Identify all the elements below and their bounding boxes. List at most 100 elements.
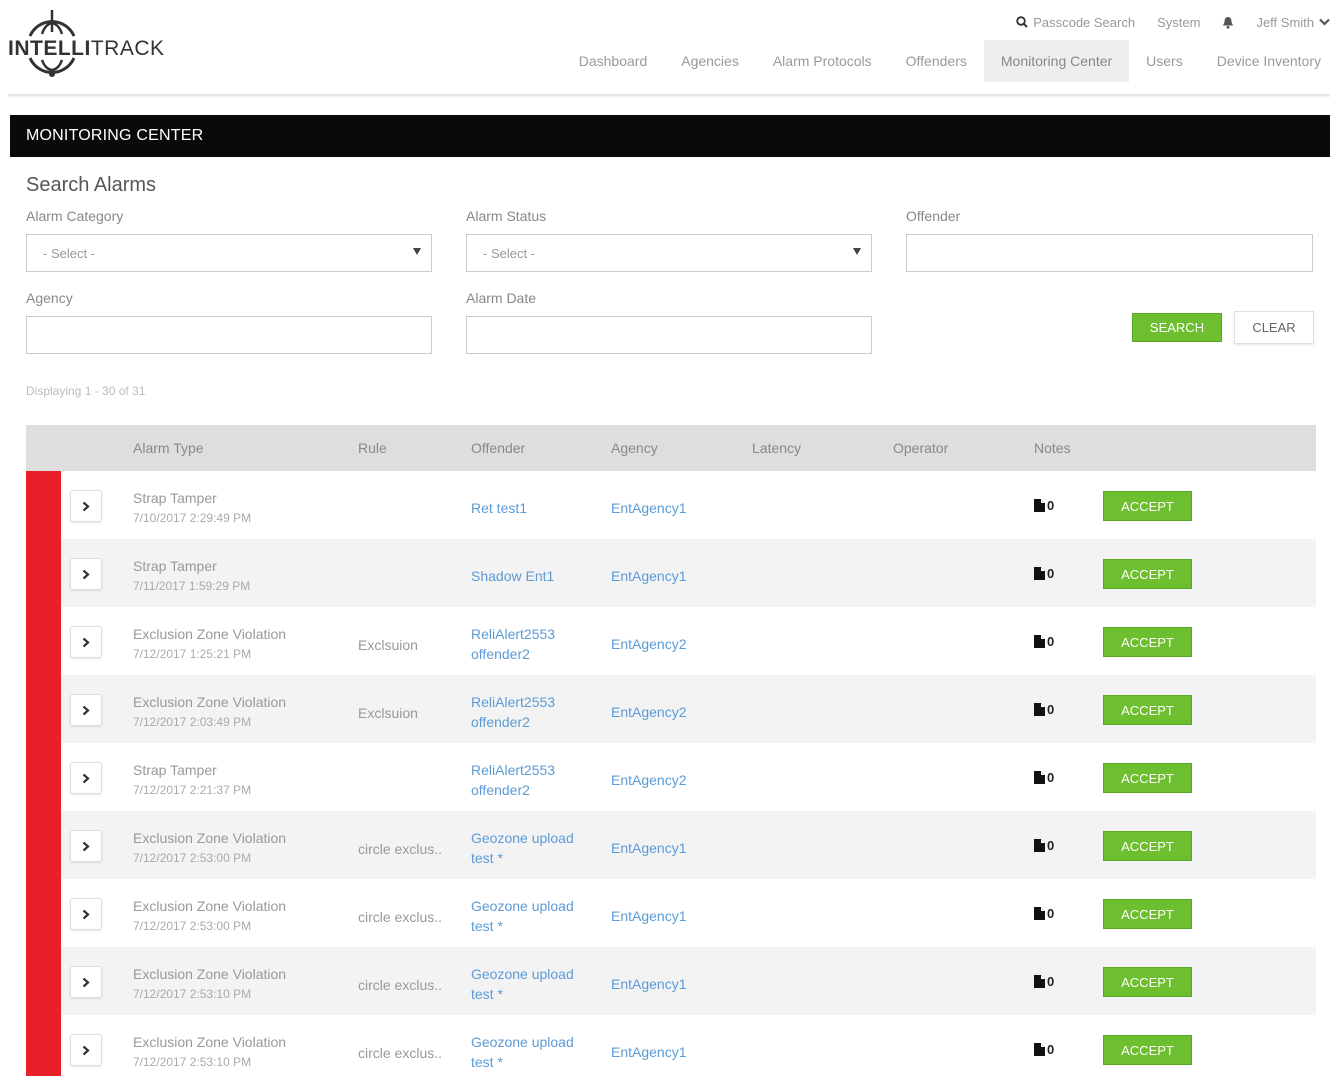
agency-link[interactable]: EntAgency1 (611, 906, 687, 926)
agency-link[interactable]: EntAgency1 (611, 566, 687, 586)
notes-indicator[interactable]: 0 (1034, 702, 1054, 717)
alarm-category-select[interactable]: - Select - (26, 234, 432, 272)
accept-button[interactable]: ACCEPT (1103, 627, 1192, 657)
alarm-priority-flag (26, 947, 61, 1015)
table-row[interactable]: Exclusion Zone Violation 7/12/2017 1:25:… (26, 607, 1316, 675)
agency-link[interactable]: EntAgency2 (611, 634, 687, 654)
notes-indicator[interactable]: 0 (1034, 498, 1054, 513)
alarms-table-header: Alarm Type Rule Offender Agency Latency … (26, 425, 1316, 471)
alarm-timestamp: 7/12/2017 1:25:21 PM (133, 647, 252, 661)
expand-row-button[interactable] (70, 1034, 102, 1066)
alarms-table-body: Strap Tamper 7/10/2017 2:29:49 PM Ret te… (26, 471, 1316, 1076)
accept-button[interactable]: ACCEPT (1103, 559, 1192, 589)
agency-link[interactable]: EntAgency1 (611, 838, 687, 858)
alarm-timestamp: 7/10/2017 2:29:49 PM (133, 511, 252, 525)
column-header-alarm-type[interactable]: Alarm Type (133, 440, 204, 456)
passcode-search-link[interactable]: Passcode Search (1016, 15, 1135, 30)
accept-button[interactable]: ACCEPT (1103, 831, 1192, 861)
offender-link[interactable]: Geozone upload test * (471, 896, 601, 936)
accept-button[interactable]: ACCEPT (1103, 491, 1192, 521)
offender-link[interactable]: Geozone upload test * (471, 1032, 601, 1072)
offender-input[interactable] (906, 234, 1313, 272)
offender-link[interactable]: ReliAlert2553 offender2 (471, 692, 601, 732)
accept-button[interactable]: ACCEPT (1103, 1035, 1192, 1065)
column-header-notes[interactable]: Notes (1034, 440, 1071, 456)
notes-count: 0 (1047, 498, 1055, 513)
column-header-rule[interactable]: Rule (358, 440, 387, 456)
column-header-operator[interactable]: Operator (893, 440, 948, 456)
offender-link-line: Geozone upload (471, 830, 574, 846)
nav-alarm-protocols[interactable]: Alarm Protocols (756, 40, 889, 82)
offender-link[interactable]: Shadow Ent1 (471, 566, 601, 586)
expand-row-button[interactable] (70, 626, 102, 658)
system-menu[interactable]: System (1157, 15, 1200, 30)
table-row[interactable]: Exclusion Zone Violation 7/12/2017 2:03:… (26, 675, 1316, 743)
expand-row-button[interactable] (70, 898, 102, 930)
table-row[interactable]: Exclusion Zone Violation 7/12/2017 2:53:… (26, 1015, 1316, 1076)
alarm-date-input[interactable] (466, 316, 872, 354)
offender-link[interactable]: Geozone upload test * (471, 828, 601, 868)
table-row[interactable]: Exclusion Zone Violation 7/12/2017 2:53:… (26, 811, 1316, 879)
nav-dashboard[interactable]: Dashboard (562, 40, 665, 82)
table-row[interactable]: Strap Tamper 7/12/2017 2:21:37 PM ReliAl… (26, 743, 1316, 811)
agency-link[interactable]: EntAgency1 (611, 974, 687, 994)
document-icon (1034, 703, 1045, 716)
offender-link[interactable]: Geozone upload test * (471, 964, 601, 1004)
accept-button[interactable]: ACCEPT (1103, 967, 1192, 997)
accept-button[interactable]: ACCEPT (1103, 695, 1192, 725)
notes-count: 0 (1047, 906, 1055, 921)
alarm-timestamp: 7/12/2017 2:53:10 PM (133, 1055, 252, 1069)
agency-input[interactable] (26, 316, 432, 354)
notes-indicator[interactable]: 0 (1034, 974, 1054, 989)
offender-link-line: ReliAlert2553 (471, 694, 556, 710)
document-icon (1034, 907, 1045, 920)
accept-button[interactable]: ACCEPT (1103, 763, 1192, 793)
clear-button[interactable]: CLEAR (1234, 311, 1314, 344)
notes-indicator[interactable]: 0 (1034, 906, 1054, 921)
offender-link[interactable]: Ret test1 (471, 498, 601, 518)
agency-link[interactable]: EntAgency1 (611, 498, 687, 518)
alarm-priority-flag (26, 811, 61, 879)
offender-link[interactable]: ReliAlert2553 offender2 (471, 624, 601, 664)
table-row[interactable]: Strap Tamper 7/10/2017 2:29:49 PM Ret te… (26, 471, 1316, 539)
notes-count: 0 (1047, 634, 1055, 649)
notes-indicator[interactable]: 0 (1034, 770, 1054, 785)
nav-agencies[interactable]: Agencies (664, 40, 756, 82)
nav-users[interactable]: Users (1129, 40, 1200, 82)
expand-row-button[interactable] (70, 490, 102, 522)
nav-device-inventory[interactable]: Device Inventory (1200, 40, 1338, 82)
table-row[interactable]: Exclusion Zone Violation 7/12/2017 2:53:… (26, 879, 1316, 947)
table-row[interactable]: Strap Tamper 7/11/2017 1:59:29 PM Shadow… (26, 539, 1316, 607)
offender-link-line: test * (471, 850, 503, 866)
intellitrack-logo[interactable]: INTELLITRACK (8, 6, 188, 84)
table-row[interactable]: Exclusion Zone Violation 7/12/2017 2:53:… (26, 947, 1316, 1015)
notes-indicator[interactable]: 0 (1034, 1042, 1054, 1057)
expand-row-button[interactable] (70, 966, 102, 998)
notes-indicator[interactable]: 0 (1034, 566, 1054, 581)
agency-link[interactable]: EntAgency1 (611, 1042, 687, 1062)
chevron-right-icon (82, 841, 90, 851)
offender-link[interactable]: ReliAlert2553 offender2 (471, 760, 601, 800)
rule-cell: circle exclus.. (358, 977, 443, 993)
expand-row-button[interactable] (70, 762, 102, 794)
alarm-status-select[interactable]: - Select - (466, 234, 872, 272)
notes-indicator[interactable]: 0 (1034, 838, 1054, 853)
user-menu[interactable]: Jeff Smith (1256, 15, 1330, 30)
rule-cell: Exclsuion (358, 637, 418, 653)
notes-count: 0 (1047, 1042, 1055, 1057)
notes-indicator[interactable]: 0 (1034, 634, 1054, 649)
column-header-offender[interactable]: Offender (471, 440, 525, 456)
column-header-latency[interactable]: Latency (752, 440, 801, 456)
alarm-type-cell: Strap Tamper 7/11/2017 1:59:29 PM (133, 556, 333, 596)
search-button[interactable]: SEARCH (1132, 313, 1222, 342)
agency-link[interactable]: EntAgency2 (611, 702, 687, 722)
nav-offenders[interactable]: Offenders (889, 40, 984, 82)
agency-link[interactable]: EntAgency2 (611, 770, 687, 790)
notifications-bell[interactable] (1222, 16, 1234, 29)
accept-button[interactable]: ACCEPT (1103, 899, 1192, 929)
expand-row-button[interactable] (70, 830, 102, 862)
nav-monitoring-center[interactable]: Monitoring Center (983, 40, 1130, 82)
expand-row-button[interactable] (70, 694, 102, 726)
expand-row-button[interactable] (70, 558, 102, 590)
column-header-agency[interactable]: Agency (611, 440, 658, 456)
